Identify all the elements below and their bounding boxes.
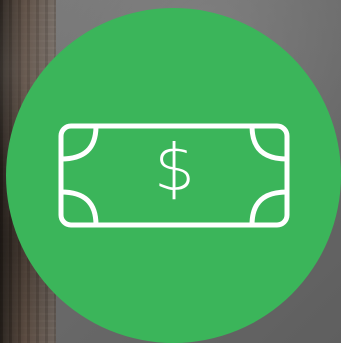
banknote-icon: $ xyxy=(0,0,341,343)
banknote-outline-icon xyxy=(58,123,290,228)
app-icon-scene: $ xyxy=(0,0,341,343)
